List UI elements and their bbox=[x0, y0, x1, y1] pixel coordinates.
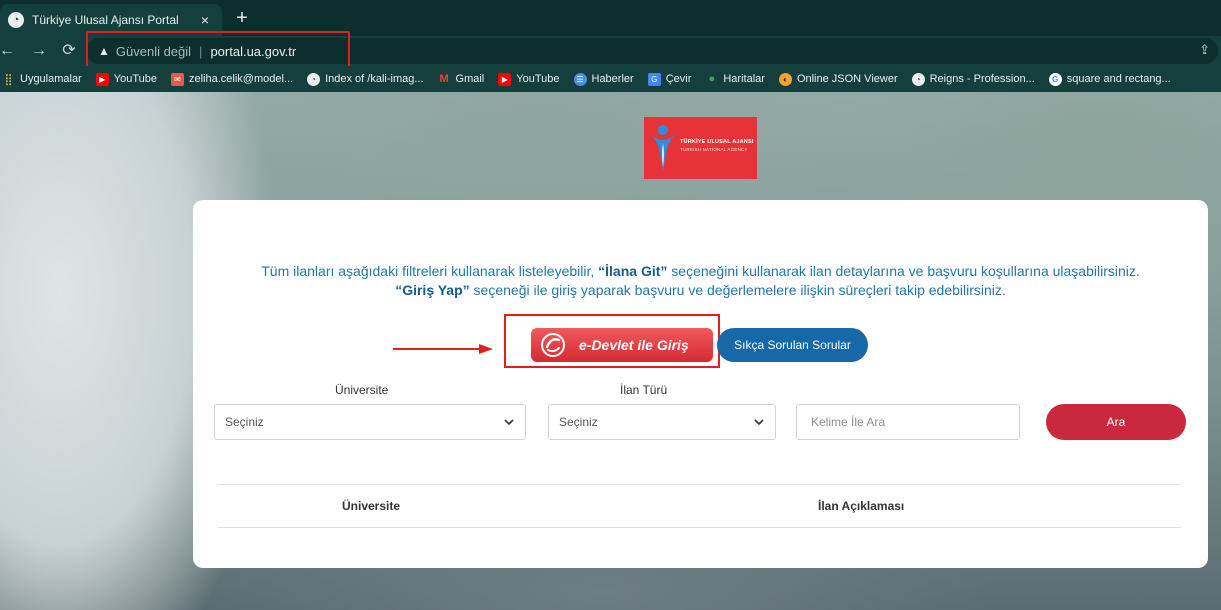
bookmarks-bar: ⣿ Uygulamalar ▶ YouTube ✉ zeliha.celik@mode… bbox=[0, 66, 1221, 92]
google-icon: G bbox=[1048, 72, 1062, 86]
news-icon: ☰ bbox=[573, 72, 587, 86]
bookmark-kali[interactable]: ◔ Index of /kali-imag... bbox=[307, 72, 424, 86]
university-label: Üniversite bbox=[335, 383, 389, 397]
logo-text: TÜRKİYE ULUSAL AJANSI TURKISH NATIONAL A… bbox=[680, 139, 754, 152]
globe-icon: ◔ bbox=[8, 12, 24, 28]
bookmark-translate[interactable]: G Çevir bbox=[647, 72, 691, 86]
youtube-icon: ▶ bbox=[498, 72, 512, 86]
keyword-search-input[interactable] bbox=[796, 404, 1020, 440]
search-button[interactable]: Ara bbox=[1046, 404, 1186, 440]
edevlet-login-button[interactable]: e-Devlet ile Giriş bbox=[531, 328, 713, 362]
url-highlight-box bbox=[86, 31, 350, 71]
maps-icon: ● bbox=[708, 73, 716, 85]
bookmark-news[interactable]: ☰ Haberler bbox=[573, 72, 634, 86]
column-description: İlan Açıklaması bbox=[818, 499, 905, 513]
results-table-header: Üniversite İlan Açıklaması bbox=[218, 484, 1181, 528]
bookmark-youtube[interactable]: ▶ YouTube bbox=[95, 72, 157, 86]
bookmark-apps[interactable]: ⣿ Uygulamalar bbox=[2, 73, 81, 86]
apps-icon: ⣿ bbox=[4, 73, 13, 86]
json-icon: ◐ bbox=[778, 72, 792, 86]
bookmark-maps[interactable]: ● Haritalar bbox=[705, 73, 765, 86]
tab-title: Türkiye Ulusal Ajansı Portal bbox=[32, 13, 179, 27]
gmail-icon: M bbox=[439, 73, 449, 85]
close-tab-button[interactable]: × bbox=[196, 12, 214, 28]
intro-text: Tüm ilanları aşağıdaki filtreleri kullan… bbox=[261, 263, 1140, 298]
page-background: TÜRKİYE ULUSAL AJANSI TURKISH NATIONAL A… bbox=[0, 92, 1221, 610]
bookmark-gmail[interactable]: M Gmail bbox=[438, 73, 484, 86]
youtube-icon: ▶ bbox=[95, 72, 109, 86]
globe-icon: ◔ bbox=[307, 72, 321, 86]
annotation-arrow-icon bbox=[393, 344, 493, 354]
bookmark-json[interactable]: ◐ Online JSON Viewer bbox=[778, 72, 898, 86]
faq-button[interactable]: Sıkça Sorulan Sorular bbox=[717, 328, 868, 362]
new-tab-button[interactable]: + bbox=[230, 6, 254, 30]
share-icon[interactable]: ⇪ bbox=[1199, 42, 1210, 58]
bookmark-reigns[interactable]: ◔ Reigns - Profession... bbox=[911, 72, 1035, 86]
university-select[interactable]: Seçiniz bbox=[214, 404, 526, 440]
listing-type-label: İlan Türü bbox=[620, 383, 668, 397]
edevlet-icon bbox=[541, 333, 565, 357]
agency-logo-mark-icon bbox=[652, 125, 674, 171]
chevron-down-icon bbox=[504, 419, 514, 426]
chevron-down-icon bbox=[754, 419, 764, 426]
forward-icon[interactable]: → bbox=[28, 40, 50, 62]
bookmark-youtube-2[interactable]: ▶ YouTube bbox=[498, 72, 560, 86]
column-university: Üniversite bbox=[342, 499, 401, 513]
listing-type-select[interactable]: Seçiniz bbox=[548, 404, 776, 440]
back-icon[interactable]: ← bbox=[0, 40, 18, 62]
mail-icon: ✉ bbox=[170, 72, 184, 86]
globe-icon: ◔ bbox=[911, 72, 925, 86]
agency-logo[interactable]: TÜRKİYE ULUSAL AJANSI TURKISH NATIONAL A… bbox=[644, 117, 757, 179]
bookmark-square[interactable]: Gsquare and rectang... bbox=[1048, 72, 1171, 86]
translate-icon: G bbox=[647, 72, 661, 86]
bookmark-mail[interactable]: ✉ zeliha.celik@model... bbox=[170, 72, 293, 86]
reload-icon[interactable]: ⟳ bbox=[58, 40, 80, 62]
